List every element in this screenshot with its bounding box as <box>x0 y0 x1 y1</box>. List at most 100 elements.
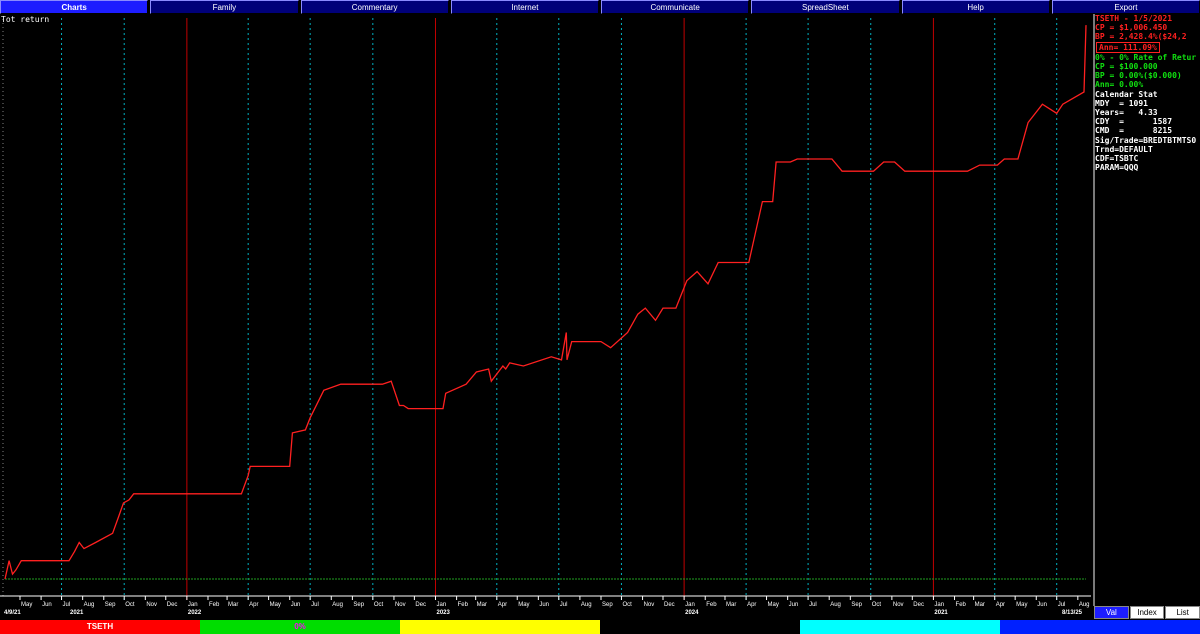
val-tab[interactable]: Val <box>1094 606 1129 619</box>
month-label: Oct <box>125 602 135 608</box>
strip-segment[interactable]: TSETH <box>0 620 200 634</box>
month-label: Feb <box>956 602 967 608</box>
month-label: Jun <box>539 602 549 608</box>
strip-segment[interactable] <box>800 620 1000 634</box>
series-color-strip: TSETH 0% <box>0 620 1200 634</box>
end-date-label: 8/13/25 <box>1062 610 1083 616</box>
zero-header: 0% - 0% Rate of Retur <box>1095 52 1197 62</box>
month-label: Apr <box>747 602 756 608</box>
menu-charts-tab[interactable]: Charts <box>0 0 149 14</box>
menu-communicate-tab[interactable]: Communicate <box>601 0 750 14</box>
month-label: Oct <box>374 602 384 608</box>
month-label: Jul <box>809 602 817 608</box>
month-label: Aug <box>332 602 343 608</box>
mdy-stat: MDY = 1091 <box>1095 98 1148 108</box>
month-label: Sep <box>353 602 364 608</box>
month-label: Apr <box>498 602 507 608</box>
month-label: May <box>518 602 529 608</box>
month-label: Jul <box>560 602 568 608</box>
month-label: Jul <box>311 602 319 608</box>
month-label: Jan <box>436 602 446 608</box>
index-tab[interactable]: Index <box>1129 606 1165 619</box>
month-label: Apr <box>249 602 258 608</box>
series-line-tseth <box>4 25 1087 580</box>
month-label: Mar <box>726 602 736 608</box>
month-label: Nov <box>146 602 157 608</box>
month-label: Nov <box>893 602 904 608</box>
month-label: Jun <box>789 602 799 608</box>
sig-trade: Sig/Trade=BREDTBTMTS0 <box>1095 135 1197 145</box>
month-label: Mar <box>975 602 985 608</box>
month-label: May <box>21 602 32 608</box>
year-label: 2024 <box>685 610 699 616</box>
month-label: Jan <box>188 602 198 608</box>
tseth-bp: BP = 2,428.4%($24,2 <box>1095 32 1187 42</box>
month-label: Sep <box>105 602 116 608</box>
month-label: Aug <box>1079 602 1090 608</box>
chart-svg: May 2021 Jun Jul Aug Sep Oct Nov Dec Jan 2022 Feb Ma… <box>0 18 1091 616</box>
month-label: Jul <box>1058 602 1066 608</box>
month-label: Nov <box>644 602 655 608</box>
menu-spreadsheet-tab[interactable]: SpreadSheet <box>751 0 900 14</box>
years-stat: Years= 4.33 <box>1095 108 1158 118</box>
month-label: Jan <box>685 602 695 608</box>
cdf-setting: CDF=TSBTC <box>1095 154 1139 164</box>
month-label: May <box>768 602 779 608</box>
zero-bp: BP = 0.00%($0.000) <box>1095 71 1182 81</box>
month-label: Dec <box>664 602 675 608</box>
menu-export-tab[interactable]: Export <box>1051 0 1200 14</box>
month-label: Sep <box>851 602 862 608</box>
month-label: Feb <box>458 602 469 608</box>
cmd-stat: CMD = 8215 <box>1095 126 1173 136</box>
month-label: Mar <box>228 602 238 608</box>
tseth-header: TSETH - 1/5/2021 <box>1095 14 1173 23</box>
month-label: Jul <box>63 602 71 608</box>
calendar-header: Calendar Stat <box>1095 89 1158 99</box>
zero-ann: Ann= 0.00% <box>1095 80 1144 90</box>
year-label: 2021 <box>934 610 948 616</box>
menu-internet-tab[interactable]: Internet <box>450 0 599 14</box>
month-label: Mar <box>477 602 487 608</box>
month-label: Dec <box>167 602 178 608</box>
param-setting: PARAM=QQQ <box>1095 163 1139 173</box>
strip-segment[interactable] <box>600 620 800 634</box>
year-label: 2023 <box>436 610 450 616</box>
strip-segment[interactable]: 0% <box>200 620 400 634</box>
menu-family-tab[interactable]: Family <box>150 0 299 14</box>
month-label: Dec <box>415 602 426 608</box>
month-label: Nov <box>395 602 406 608</box>
chart-title: Tot return <box>1 15 50 24</box>
trend-setting: Trnd=DEFAULT <box>1095 144 1153 154</box>
month-label: May <box>270 602 281 608</box>
tseth-ann: Ann= 111.09% <box>1096 41 1160 53</box>
tseth-cp: CP = $1,006.450 <box>1095 23 1168 33</box>
info-panel: TSETH - 1/5/2021 CP = $1,006.450 BP = 2,… <box>1093 14 1200 606</box>
month-label: Dec <box>913 602 924 608</box>
panel-tabs: Val Index List <box>1093 606 1200 619</box>
menu-commentary-tab[interactable]: Commentary <box>300 0 449 14</box>
month-label: Aug <box>84 602 95 608</box>
start-date-label: 4/9/21 <box>4 610 21 616</box>
month-label: Jun <box>291 602 301 608</box>
chart-area[interactable]: May 2021 Jun Jul Aug Sep Oct Nov Dec Jan 2022 Feb Ma… <box>0 14 1091 619</box>
strip-segment[interactable] <box>1000 620 1200 634</box>
month-label: Apr <box>996 602 1005 608</box>
list-tab[interactable]: List <box>1165 606 1200 619</box>
month-label: Aug <box>830 602 841 608</box>
menu-help-tab[interactable]: Help <box>901 0 1050 14</box>
month-label: Jun <box>1037 602 1047 608</box>
month-label: Feb <box>706 602 717 608</box>
month-label: Jan <box>934 602 944 608</box>
month-label: Jun <box>42 602 52 608</box>
month-label: Feb <box>209 602 220 608</box>
zero-cp: CP = $100.000 <box>1095 62 1158 72</box>
month-label: Oct <box>622 602 632 608</box>
year-label: 2021 <box>70 610 84 616</box>
cdy-stat: CDY = 1587 <box>1095 117 1173 127</box>
menu-bar: Charts Family Commentary Internet Communicat… <box>0 0 1200 14</box>
year-label: 2022 <box>188 610 202 616</box>
month-label: May <box>1016 602 1027 608</box>
month-label: Aug <box>581 602 592 608</box>
strip-segment[interactable] <box>400 620 600 634</box>
month-label: Sep <box>602 602 613 608</box>
